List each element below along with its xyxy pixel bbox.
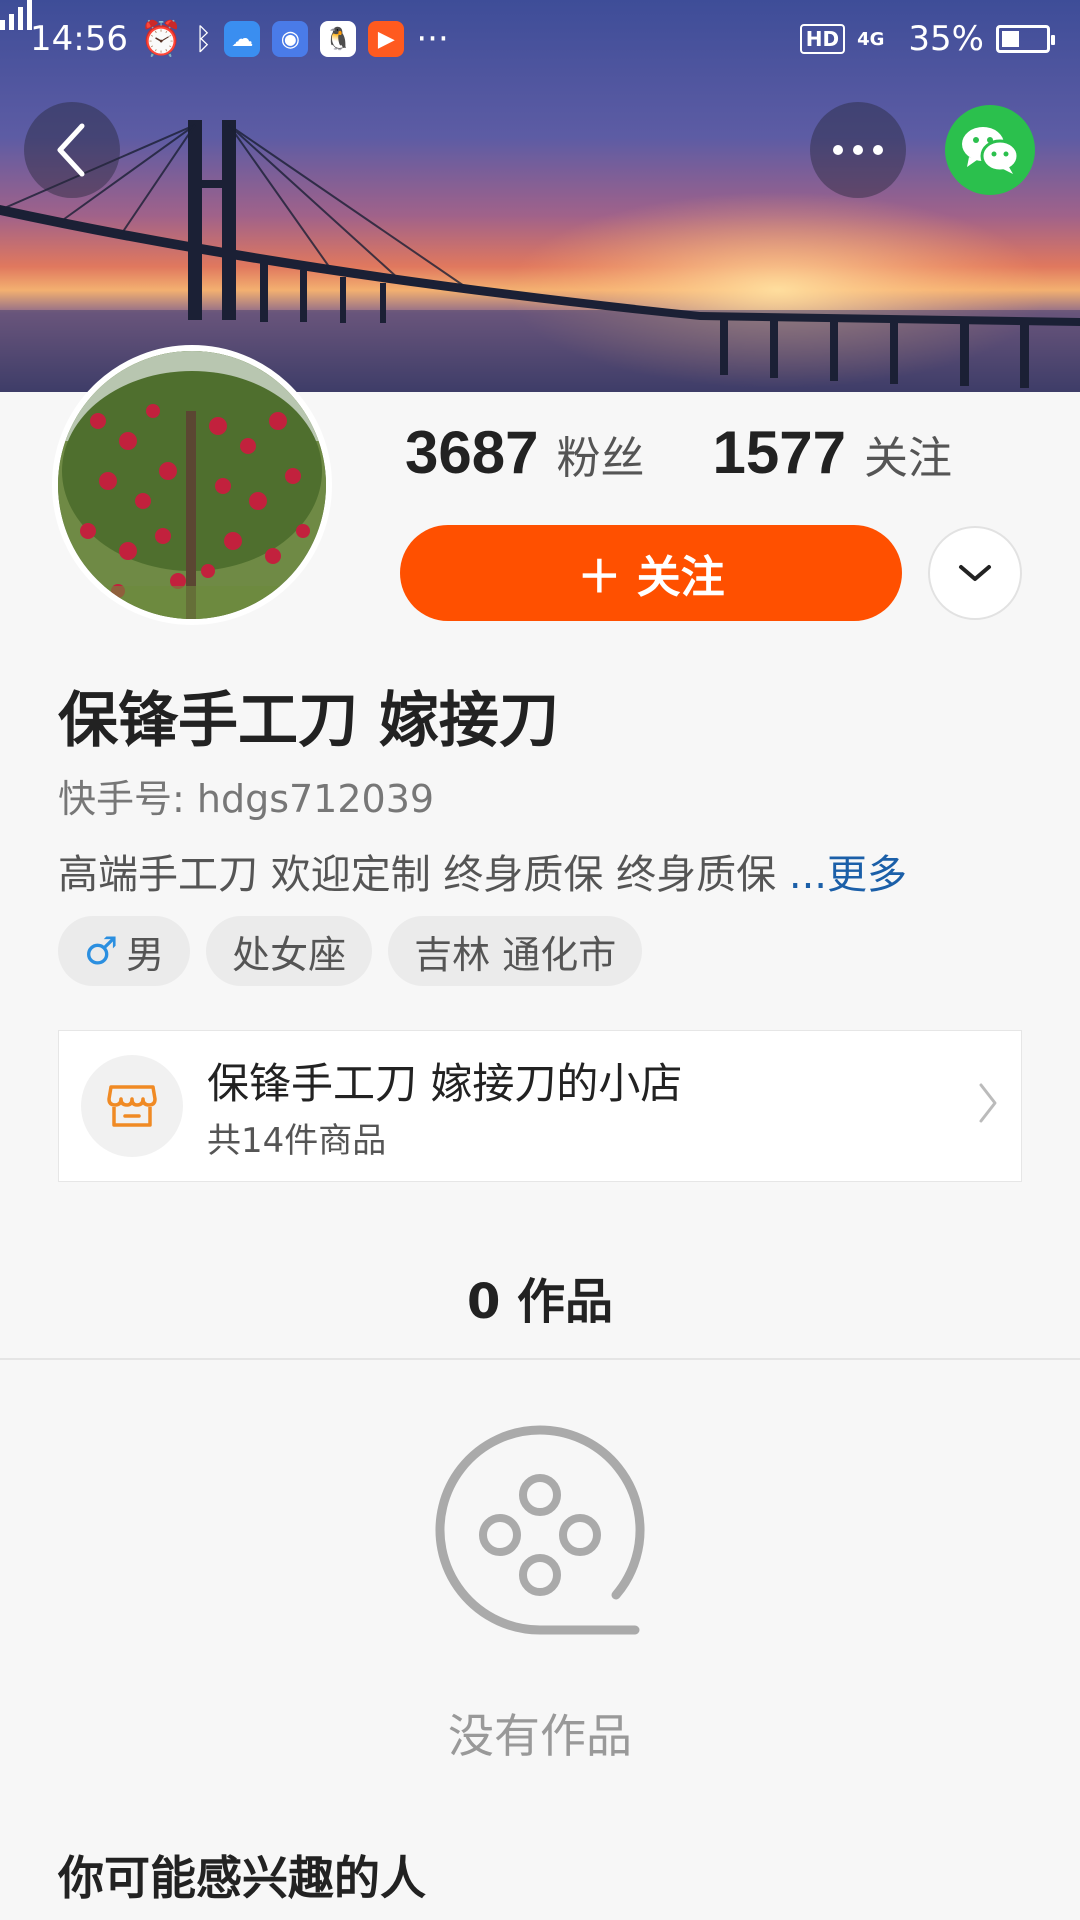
notification-more-icon: ··· <box>416 19 449 59</box>
status-time: 14:56 <box>30 19 128 59</box>
profile-tags: ♂ 男 处女座 吉林 通化市 <box>58 916 643 986</box>
bio-text: 高端手工刀 欢迎定制 终身质保 终身质保 <box>58 852 789 898</box>
wechat-icon <box>962 127 1019 174</box>
zodiac-label: 处女座 <box>232 932 347 977</box>
following-label[interactable]: 关注 <box>864 422 952 486</box>
male-icon: ♂ <box>84 929 119 973</box>
zodiac-tag: 处女座 <box>206 916 373 986</box>
shop-subtitle: 共14件商品 <box>207 1121 387 1161</box>
followers-count[interactable]: 3687 <box>405 418 538 487</box>
chevron-right-icon <box>979 1083 997 1123</box>
profile-stats: 3687 粉丝 1577 关注 <box>405 418 1002 487</box>
more-dots-icon <box>833 145 883 155</box>
divider <box>0 1358 1080 1360</box>
hd-badge: HD <box>799 24 846 54</box>
shop-text: 保锋手工刀 嫁接刀的小店 共14件商品 <box>207 1050 682 1162</box>
alarm-icon: ⏰ <box>139 19 183 59</box>
recommend-section-title: 你可能感兴趣的人 <box>58 1851 426 1905</box>
gender-label: 男 <box>126 932 165 977</box>
back-arrow-icon <box>57 123 85 177</box>
battery-icon <box>996 25 1055 53</box>
shop-title: 保锋手工刀 嫁接刀的小店 <box>207 1059 683 1108</box>
following-count[interactable]: 1577 <box>712 418 845 487</box>
recommend-dropdown-button[interactable] <box>928 526 1022 620</box>
avatar[interactable] <box>52 345 332 625</box>
bio-more-link[interactable]: ...更多 <box>789 852 907 898</box>
location-tag: 吉林 通化市 <box>388 916 643 986</box>
empty-works-text: 没有作品 <box>448 1709 632 1763</box>
shop-card[interactable]: 保锋手工刀 嫁接刀的小店 共14件商品 <box>58 1030 1022 1182</box>
more-options-button[interactable] <box>810 102 906 198</box>
follow-button-label: ＋ 关注 <box>577 552 725 603</box>
browser-app-icon: ◉ <box>272 21 309 57</box>
works-count: 0 作品 <box>466 1274 614 1330</box>
bluetooth-icon: ᛒ <box>194 21 213 57</box>
chevron-down-icon <box>959 565 991 581</box>
network-label: 4G <box>857 28 885 50</box>
followers-label[interactable]: 粉丝 <box>556 422 644 486</box>
back-button[interactable] <box>24 102 120 198</box>
cloud-app-icon: ☁ <box>224 21 261 57</box>
location-label: 吉林 通化市 <box>414 932 617 977</box>
empty-works-icon-wrap <box>430 1425 650 1649</box>
apple-tree-avatar-image <box>58 351 326 619</box>
film-reel-icon <box>435 1425 645 1635</box>
store-icon <box>107 1085 157 1127</box>
kuaishou-app-icon: ▶ <box>368 21 405 57</box>
profile-banner: 14:56 ⏰ ᛒ ☁ ◉ 🐧 ▶ ··· HD 4G 35% <box>0 0 1080 392</box>
follow-button[interactable]: ＋ 关注 <box>400 525 902 621</box>
battery-percent: 35% <box>908 19 984 59</box>
gender-tag: ♂ 男 <box>58 916 191 986</box>
profile-bio: 高端手工刀 欢迎定制 终身质保 终身质保 ...更多 <box>58 842 907 900</box>
profile-name: 保锋手工刀 嫁接刀 <box>58 686 559 756</box>
shop-icon-wrap <box>81 1055 183 1157</box>
wechat-share-button[interactable] <box>945 105 1035 195</box>
status-bar: 14:56 ⏰ ᛒ ☁ ◉ 🐧 ▶ ··· HD 4G 35% <box>0 0 1080 78</box>
kwai-id: 快手号: hdgs712039 <box>58 777 435 821</box>
qq-app-icon: 🐧 <box>320 21 357 57</box>
